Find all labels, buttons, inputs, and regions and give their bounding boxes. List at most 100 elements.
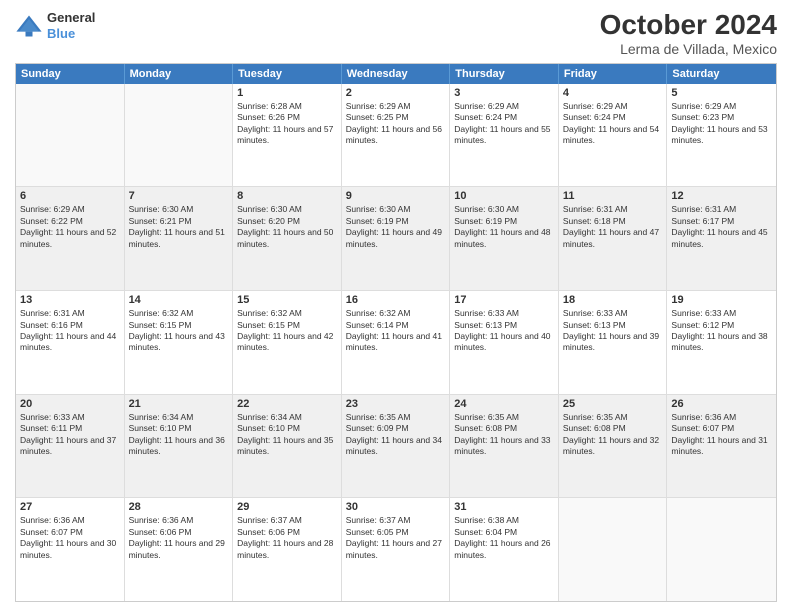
day-number: 11 — [563, 190, 663, 202]
calendar-cell: 25 Sunrise: 6:35 AM Sunset: 6:08 PM Dayli… — [559, 395, 668, 498]
day-info: Sunrise: 6:30 AM Sunset: 6:20 PM Dayligh… — [237, 204, 337, 250]
calendar-cell: 6Sunrise: 6:29 AM Sunset: 6:22 PM Daylig… — [16, 187, 125, 290]
calendar-cell: 8 Sunrise: 6:30 AM Sunset: 6:20 PM Daylig… — [233, 187, 342, 290]
calendar-cell: 28 Sunrise: 6:36 AM Sunset: 6:06 PM Dayli… — [125, 498, 234, 601]
logo-line1: General — [47, 10, 95, 26]
day-number: 15 — [237, 294, 337, 306]
day-number: 1 — [237, 87, 337, 99]
calendar-row: 20 Sunrise: 6:33 AM Sunset: 6:11 PM Dayli… — [16, 394, 776, 498]
day-number: 3 — [454, 87, 554, 99]
day-number: 4 — [563, 87, 663, 99]
title-block: October 2024 Lerma de Villada, Mexico — [600, 10, 777, 57]
calendar-cell: 21Sunrise: 6:34 AM Sunset: 6:10 PM Dayli… — [125, 395, 234, 498]
calendar-cell: 7Sunrise: 6:30 AM Sunset: 6:21 PM Daylig… — [125, 187, 234, 290]
calendar-body: 1Sunrise: 6:28 AM Sunset: 6:26 PM Daylig… — [16, 84, 776, 601]
day-number: 8 — [237, 190, 337, 202]
calendar-row: 1Sunrise: 6:28 AM Sunset: 6:26 PM Daylig… — [16, 84, 776, 187]
weekday-header: Tuesday — [233, 64, 342, 84]
day-number: 28 — [129, 501, 229, 513]
day-info: Sunrise: 6:34 AM Sunset: 6:10 PM Dayligh… — [129, 412, 229, 458]
day-info: Sunrise: 6:34 AM Sunset: 6:10 PM Dayligh… — [237, 412, 337, 458]
calendar-cell: 9 Sunrise: 6:30 AM Sunset: 6:19 PM Daylig… — [342, 187, 451, 290]
day-number: 20 — [20, 398, 120, 410]
day-number: 30 — [346, 501, 446, 513]
calendar-cell: 30 Sunrise: 6:37 AM Sunset: 6:05 PM Dayli… — [342, 498, 451, 601]
page: General Blue October 2024 Lerma de Villa… — [0, 0, 792, 612]
calendar-cell — [667, 498, 776, 601]
calendar-cell — [559, 498, 668, 601]
day-number: 17 — [454, 294, 554, 306]
day-info: Sunrise: 6:31 AM Sunset: 6:18 PM Dayligh… — [563, 204, 663, 250]
day-info: Sunrise: 6:29 AM Sunset: 6:24 PM Dayligh… — [563, 101, 663, 147]
calendar-cell — [125, 84, 234, 187]
day-info: Sunrise: 6:29 AM Sunset: 6:24 PM Dayligh… — [454, 101, 554, 147]
calendar-cell: 11 Sunrise: 6:31 AM Sunset: 6:18 PM Dayli… — [559, 187, 668, 290]
day-info: Sunrise: 6:31 AM Sunset: 6:17 PM Dayligh… — [671, 204, 772, 250]
day-info: Sunrise: 6:35 AM Sunset: 6:08 PM Dayligh… — [563, 412, 663, 458]
calendar-cell: 5 Sunrise: 6:29 AM Sunset: 6:23 PM Daylig… — [667, 84, 776, 187]
calendar-cell: 12 Sunrise: 6:31 AM Sunset: 6:17 PM Dayli… — [667, 187, 776, 290]
day-info: Sunrise: 6:35 AM Sunset: 6:08 PM Dayligh… — [454, 412, 554, 458]
day-info: Sunrise: 6:29 AM Sunset: 6:25 PM Dayligh… — [346, 101, 446, 147]
day-info: Sunrise: 6:36 AM Sunset: 6:06 PM Dayligh… — [129, 515, 229, 561]
day-info: Sunrise: 6:32 AM Sunset: 6:15 PM Dayligh… — [129, 308, 229, 354]
day-info: Sunrise: 6:36 AM Sunset: 6:07 PM Dayligh… — [20, 515, 120, 561]
day-number: 29 — [237, 501, 337, 513]
day-number: 2 — [346, 87, 446, 99]
weekday-header: Monday — [125, 64, 234, 84]
logo-text: General Blue — [47, 10, 95, 41]
day-info: Sunrise: 6:29 AM Sunset: 6:23 PM Dayligh… — [671, 101, 772, 147]
calendar-cell — [16, 84, 125, 187]
day-info: Sunrise: 6:30 AM Sunset: 6:19 PM Dayligh… — [346, 204, 446, 250]
day-info: Sunrise: 6:37 AM Sunset: 6:06 PM Dayligh… — [237, 515, 337, 561]
header: General Blue October 2024 Lerma de Villa… — [15, 10, 777, 57]
day-info: Sunrise: 6:33 AM Sunset: 6:11 PM Dayligh… — [20, 412, 120, 458]
calendar-cell: 26Sunrise: 6:36 AM Sunset: 6:07 PM Dayli… — [667, 395, 776, 498]
day-info: Sunrise: 6:30 AM Sunset: 6:19 PM Dayligh… — [454, 204, 554, 250]
logo-line2: Blue — [47, 26, 95, 42]
day-number: 22 — [237, 398, 337, 410]
day-info: Sunrise: 6:33 AM Sunset: 6:13 PM Dayligh… — [563, 308, 663, 354]
calendar-cell: 14 Sunrise: 6:32 AM Sunset: 6:15 PM Dayli… — [125, 291, 234, 394]
day-number: 14 — [129, 294, 229, 306]
calendar-cell: 16Sunrise: 6:32 AM Sunset: 6:14 PM Dayli… — [342, 291, 451, 394]
day-info: Sunrise: 6:33 AM Sunset: 6:12 PM Dayligh… — [671, 308, 772, 354]
day-number: 10 — [454, 190, 554, 202]
weekday-header: Friday — [559, 64, 668, 84]
day-number: 12 — [671, 190, 772, 202]
calendar: SundayMondayTuesdayWednesdayThursdayFrid… — [15, 63, 777, 602]
calendar-cell: 20 Sunrise: 6:33 AM Sunset: 6:11 PM Dayli… — [16, 395, 125, 498]
day-info: Sunrise: 6:31 AM Sunset: 6:16 PM Dayligh… — [20, 308, 120, 354]
day-number: 24 — [454, 398, 554, 410]
day-number: 18 — [563, 294, 663, 306]
calendar-cell: 18 Sunrise: 6:33 AM Sunset: 6:13 PM Dayli… — [559, 291, 668, 394]
day-number: 9 — [346, 190, 446, 202]
calendar-cell: 1Sunrise: 6:28 AM Sunset: 6:26 PM Daylig… — [233, 84, 342, 187]
calendar-cell: 13 Sunrise: 6:31 AM Sunset: 6:16 PM Dayli… — [16, 291, 125, 394]
day-number: 5 — [671, 87, 772, 99]
day-number: 23 — [346, 398, 446, 410]
calendar-cell: 27 Sunrise: 6:36 AM Sunset: 6:07 PM Dayli… — [16, 498, 125, 601]
calendar-cell: 31Sunrise: 6:38 AM Sunset: 6:04 PM Dayli… — [450, 498, 559, 601]
day-number: 13 — [20, 294, 120, 306]
calendar-cell: 19Sunrise: 6:33 AM Sunset: 6:12 PM Dayli… — [667, 291, 776, 394]
calendar-row: 27 Sunrise: 6:36 AM Sunset: 6:07 PM Dayli… — [16, 497, 776, 601]
calendar-header: SundayMondayTuesdayWednesdayThursdayFrid… — [16, 64, 776, 84]
day-number: 25 — [563, 398, 663, 410]
logo: General Blue — [15, 10, 95, 41]
weekday-header: Thursday — [450, 64, 559, 84]
day-info: Sunrise: 6:37 AM Sunset: 6:05 PM Dayligh… — [346, 515, 446, 561]
weekday-header: Sunday — [16, 64, 125, 84]
calendar-cell: 4 Sunrise: 6:29 AM Sunset: 6:24 PM Daylig… — [559, 84, 668, 187]
calendar-cell: 23Sunrise: 6:35 AM Sunset: 6:09 PM Dayli… — [342, 395, 451, 498]
calendar-title: October 2024 — [600, 10, 777, 41]
calendar-cell: 17Sunrise: 6:33 AM Sunset: 6:13 PM Dayli… — [450, 291, 559, 394]
calendar-cell: 3 Sunrise: 6:29 AM Sunset: 6:24 PM Daylig… — [450, 84, 559, 187]
day-info: Sunrise: 6:30 AM Sunset: 6:21 PM Dayligh… — [129, 204, 229, 250]
day-number: 6 — [20, 190, 120, 202]
weekday-header: Saturday — [667, 64, 776, 84]
day-number: 16 — [346, 294, 446, 306]
day-number: 26 — [671, 398, 772, 410]
logo-icon — [15, 12, 43, 40]
day-number: 27 — [20, 501, 120, 513]
